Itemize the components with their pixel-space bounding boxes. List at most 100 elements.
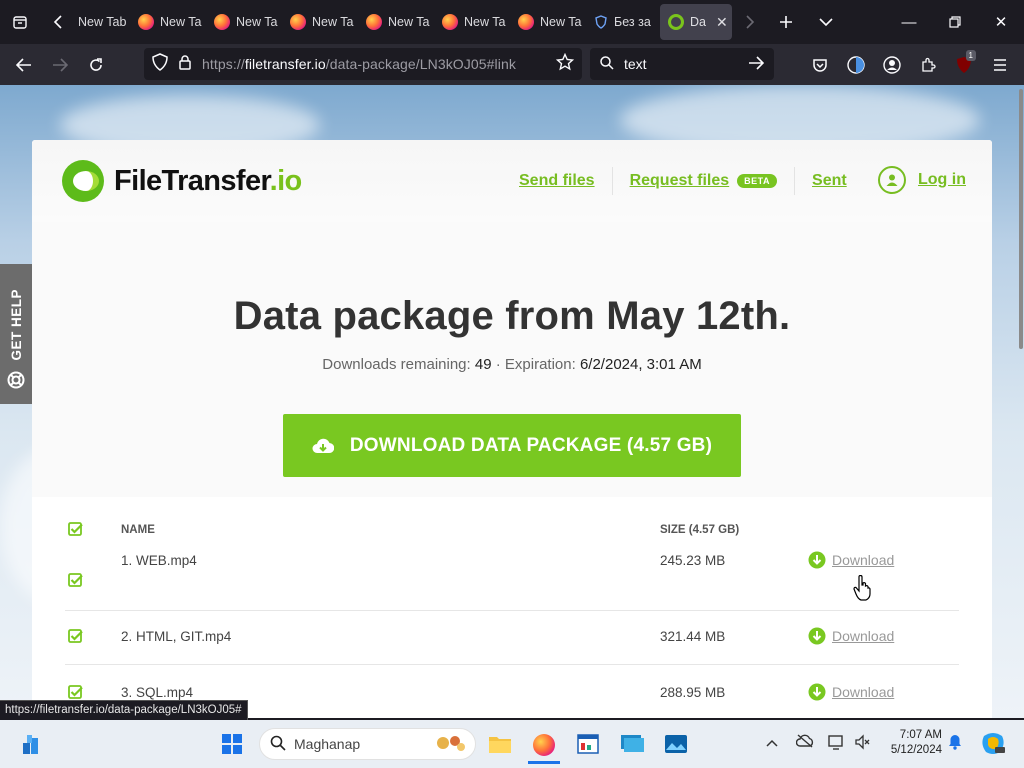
browser-tab[interactable]: New Tab: [278, 4, 354, 40]
url-text[interactable]: https://filetransfer.io/data-package/LN3…: [202, 56, 516, 72]
send-files-link[interactable]: Send files: [519, 172, 595, 190]
tab-overview-icon[interactable]: [0, 0, 40, 44]
tab-label: New Tab: [540, 15, 582, 29]
file-size: 321.44 MB: [660, 629, 726, 644]
menu-icon[interactable]: [982, 44, 1018, 85]
request-files-link[interactable]: Request files: [630, 172, 730, 190]
file-size: 245.23 MB: [660, 553, 726, 568]
close-tab-icon[interactable]: ✕: [716, 14, 728, 31]
clock-date: 5/12/2024: [890, 744, 942, 756]
site-logo[interactable]: FileTransfer.io: [62, 160, 302, 202]
download-link-label: Download: [832, 552, 895, 568]
restore-icon[interactable]: [932, 0, 978, 44]
copilot-icon[interactable]: [980, 730, 1006, 759]
firefox-icon: [290, 14, 306, 30]
system-clock[interactable]: 7:07 AM 5/12/2024: [878, 728, 942, 758]
tab-label: Da: [690, 15, 706, 29]
browser-tab[interactable]: New Tab: [506, 4, 582, 40]
new-tab-icon[interactable]: [768, 0, 804, 44]
widgets-icon[interactable]: [16, 728, 48, 760]
download-circle-icon: [808, 627, 826, 645]
browser-tab[interactable]: New Tab: [76, 4, 126, 40]
download-link-label: Download: [832, 628, 895, 644]
remote-desktop-icon[interactable]: [616, 728, 648, 760]
url-host: filetransfer.io: [244, 56, 326, 72]
browser-tab[interactable]: New Tab: [354, 4, 430, 40]
download-package-label: DOWNLOAD DATA PACKAGE (4.57 GB): [349, 434, 713, 456]
hand-cursor-icon: [853, 575, 871, 601]
onedrive-offline-icon[interactable]: [795, 734, 814, 751]
lock-icon[interactable]: [178, 54, 192, 75]
browser-tab[interactable]: New Tab: [126, 4, 202, 40]
list-all-tabs-icon[interactable]: [804, 0, 848, 44]
tab-label: New Tab: [388, 15, 430, 29]
file-download-link[interactable]: Download: [808, 683, 894, 701]
url-bar[interactable]: https://filetransfer.io/data-package/LN3…: [144, 48, 582, 80]
file-name: 1. WEB.mp4: [121, 553, 197, 568]
start-menu-icon[interactable]: [216, 728, 248, 760]
tracking-protection-icon[interactable]: [152, 52, 168, 76]
show-hidden-icons-icon[interactable]: [766, 734, 778, 750]
expiration-value: 6/2/2024, 3:01 AM: [579, 356, 702, 373]
file-row: 2. HTML, GIT.mp4 321.44 MB Download: [65, 609, 959, 665]
back-icon[interactable]: [6, 44, 42, 85]
search-icon: [600, 55, 614, 73]
pocket-icon[interactable]: [802, 44, 838, 85]
notification-bell-icon[interactable]: [948, 734, 962, 753]
login-link[interactable]: Log in: [918, 171, 966, 189]
vpn-icon[interactable]: [838, 44, 874, 85]
app-window-icon[interactable]: [572, 728, 604, 760]
extensions-icon[interactable]: [910, 44, 946, 85]
link-status-tooltip: https://filetransfer.io/data-package/LN3…: [0, 700, 248, 720]
firefox-taskbar-icon[interactable]: [528, 728, 560, 764]
scroll-tabs-left-icon[interactable]: [40, 0, 76, 44]
tab-label: Без за: [614, 15, 651, 29]
ublock-icon[interactable]: 1: [946, 44, 982, 85]
tab-label: New Tab: [78, 15, 126, 29]
account-icon[interactable]: [874, 44, 910, 85]
taskbar-search-input[interactable]: Maghanap: [259, 728, 476, 760]
search-go-icon[interactable]: [748, 55, 765, 73]
close-window-icon[interactable]: ✕: [978, 0, 1024, 44]
shield-icon: [594, 14, 608, 30]
navigation-toolbar: https://filetransfer.io/data-package/LN3…: [0, 44, 1024, 85]
get-help-tab[interactable]: GET HELP: [0, 264, 32, 404]
minimize-icon[interactable]: —: [886, 0, 932, 44]
download-package-button[interactable]: DOWNLOAD DATA PACKAGE (4.57 GB): [283, 414, 741, 477]
forward-icon[interactable]: [42, 44, 78, 85]
browser-tab[interactable]: Без за: [582, 4, 658, 40]
login-button[interactable]: Log in: [878, 166, 966, 194]
file-size: 288.95 MB: [660, 685, 726, 700]
search-bar[interactable]: text: [590, 48, 774, 80]
download-link-label: Download: [832, 684, 895, 700]
taskbar-search-placeholder: Maghanap: [294, 736, 361, 752]
tab-label: New Tab: [464, 15, 506, 29]
reload-icon[interactable]: [78, 44, 114, 85]
file-download-link[interactable]: Download: [808, 627, 894, 645]
page-scrollbar[interactable]: [1018, 85, 1024, 718]
select-all-checkbox[interactable]: [68, 522, 83, 542]
tab-bar: New Tab New Tab New Tab New Tab New Tab …: [0, 0, 1024, 44]
file-checkbox[interactable]: [68, 573, 83, 593]
site-header: FileTransfer.io Send files Request files…: [32, 140, 992, 222]
scroll-tabs-right-icon[interactable]: [732, 0, 768, 44]
firefox-icon: [518, 14, 534, 30]
nav-divider: [611, 167, 613, 195]
browser-tab[interactable]: New Tab: [430, 4, 506, 40]
photos-icon[interactable]: [660, 728, 692, 760]
bookmark-star-icon[interactable]: [555, 52, 575, 76]
search-input[interactable]: text: [624, 56, 647, 72]
volume-muted-icon[interactable]: [854, 734, 870, 753]
search-icon: [270, 735, 286, 754]
logo-suffix-text: .io: [269, 164, 303, 197]
scrollbar-thumb[interactable]: [1019, 89, 1023, 349]
file-checkbox[interactable]: [68, 629, 83, 649]
browser-tab[interactable]: New Tab: [202, 4, 278, 40]
file-row: 1. WEB.mp4 245.23 MB Download: [65, 551, 959, 611]
sent-link[interactable]: Sent: [812, 172, 847, 190]
file-explorer-icon[interactable]: [484, 728, 516, 760]
browser-tab-active[interactable]: Da ✕: [660, 4, 732, 40]
header-nav: Send files Request files BETA Sent: [519, 140, 847, 222]
file-download-link[interactable]: Download: [808, 551, 894, 569]
network-icon[interactable]: [828, 734, 846, 753]
